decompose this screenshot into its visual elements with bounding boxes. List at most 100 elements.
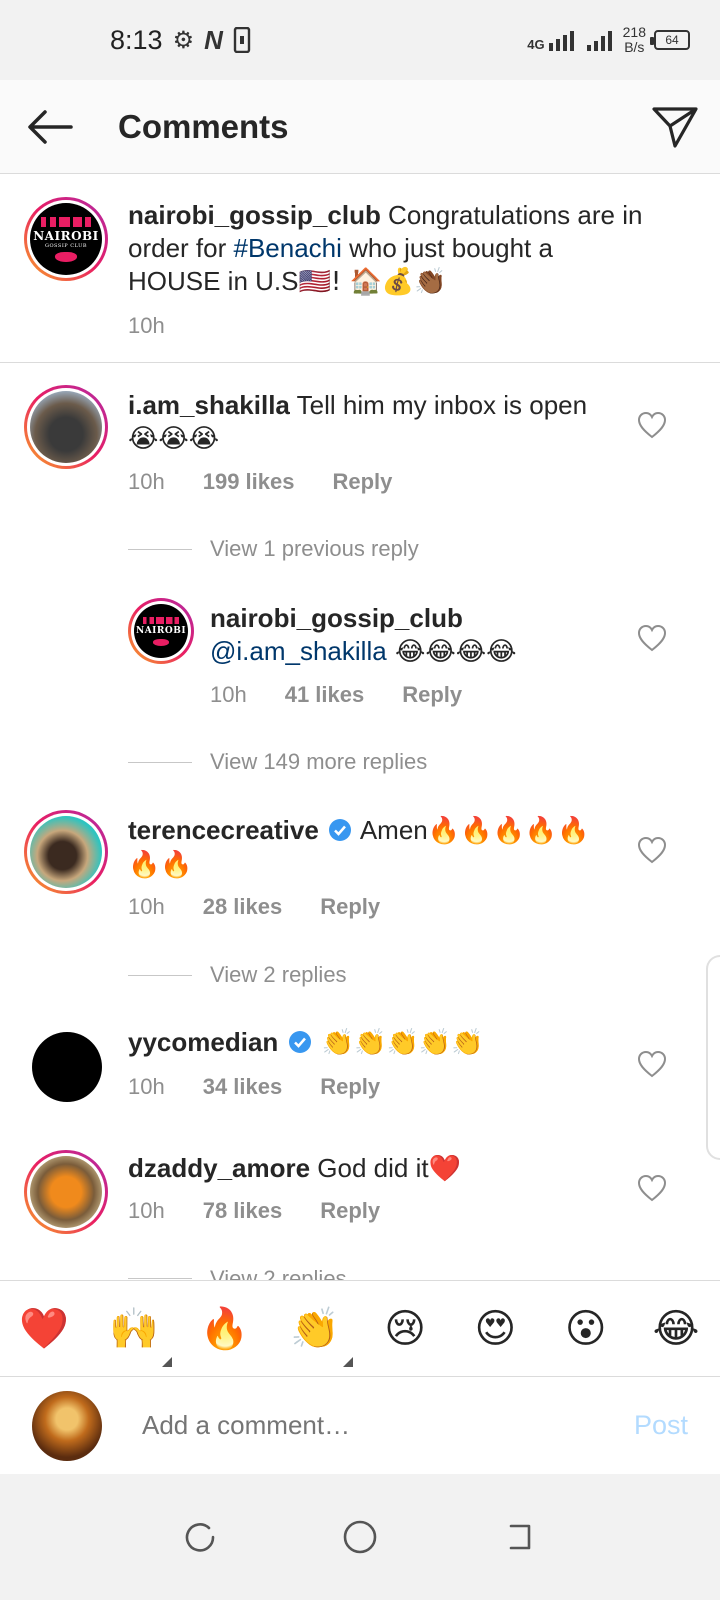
comment-avatar[interactable] bbox=[24, 810, 108, 894]
header: Comments bbox=[0, 80, 720, 174]
reply-emojis: 😂😂😂😂 bbox=[386, 637, 517, 667]
comment-emojis: ❤️ bbox=[428, 1154, 461, 1184]
thread-line bbox=[128, 974, 192, 976]
recents-icon bbox=[185, 1523, 215, 1552]
comment-username[interactable]: yycomedian bbox=[128, 1027, 278, 1057]
user-photo bbox=[30, 816, 102, 888]
caption-emojis: 🇺🇸! 🏠💰👏🏾 bbox=[298, 267, 447, 297]
comment-meta: 10h 34 likes Reply bbox=[128, 1074, 380, 1100]
caption-avatar[interactable]: NAIROBI GOSSIP CLUB bbox=[24, 197, 108, 281]
comment-avatar[interactable] bbox=[32, 1032, 102, 1102]
view-replies-partial[interactable]: View 2 replies bbox=[128, 1266, 347, 1280]
nairobi-logo-avatar: NAIROBI bbox=[134, 604, 188, 658]
reply-avatar[interactable]: NAIROBI bbox=[128, 598, 194, 664]
net-speed-unit: B/s bbox=[624, 39, 645, 55]
comment-input[interactable] bbox=[142, 1410, 582, 1441]
logo-text: NAIROBI bbox=[33, 228, 99, 243]
comment-avatar[interactable] bbox=[24, 385, 108, 469]
like-heart-icon[interactable] bbox=[637, 624, 667, 652]
reply-button[interactable]: Reply bbox=[320, 1198, 380, 1224]
user-photo bbox=[30, 391, 102, 463]
comment-body: God did it bbox=[310, 1153, 429, 1183]
reply-button[interactable]: Reply bbox=[320, 894, 380, 920]
comment-likes[interactable]: 78 likes bbox=[203, 1198, 283, 1224]
view-previous-replies[interactable]: View 1 previous reply bbox=[128, 536, 419, 562]
like-heart-icon[interactable] bbox=[637, 836, 667, 864]
view-replies-label: View 2 replies bbox=[210, 1266, 347, 1280]
comment-meta: 10h 28 likes Reply bbox=[128, 894, 380, 920]
reply-likes[interactable]: 41 likes bbox=[285, 682, 365, 708]
status-time: 8:13 bbox=[110, 24, 163, 55]
comment-username[interactable]: terencecreative bbox=[128, 815, 319, 845]
emoji-reaction-bar: ❤️ 🙌 🔥 👏 😢 😍 😮 😂 bbox=[0, 1280, 720, 1376]
heart-emoji-button[interactable]: ❤️ bbox=[16, 1301, 72, 1357]
crying-emoji-button[interactable]: 😢 bbox=[377, 1301, 433, 1357]
skin-tone-indicator-icon bbox=[162, 1356, 173, 1367]
raising-hands-emoji-button[interactable]: 🙌 bbox=[106, 1301, 173, 1367]
caption-text: nairobi_gossip_club Congratulations are … bbox=[128, 199, 648, 299]
skin-tone-indicator-icon bbox=[342, 1356, 353, 1367]
post-button[interactable]: Post bbox=[634, 1410, 688, 1441]
comment-username[interactable]: dzaddy_amore bbox=[128, 1153, 310, 1183]
comment-item: i.am_shakilla Tell him my inbox is open … bbox=[0, 363, 720, 523]
caption-username[interactable]: nairobi_gossip_club bbox=[128, 200, 381, 230]
clap-emoji-button[interactable]: 👏 bbox=[287, 1301, 353, 1367]
caption-hashtag[interactable]: #Benachi bbox=[234, 233, 342, 263]
comment-likes[interactable]: 34 likes bbox=[203, 1074, 283, 1100]
reply-username[interactable]: nairobi_gossip_club bbox=[210, 603, 463, 633]
reply-button[interactable]: Reply bbox=[320, 1074, 380, 1100]
comment-likes[interactable]: 199 likes bbox=[203, 469, 295, 495]
net-speed: 218 B/s bbox=[623, 25, 646, 55]
reply-item: NAIROBI nairobi_gossip_club @i.am_shakil… bbox=[0, 596, 720, 736]
user-photo bbox=[30, 1156, 102, 1228]
comment-time: 10h bbox=[128, 1074, 165, 1099]
comment-meta: 10h 199 likes Reply bbox=[128, 469, 392, 495]
recents-button[interactable] bbox=[170, 1507, 230, 1567]
back-nav-button[interactable] bbox=[490, 1507, 550, 1567]
reply-mention[interactable]: @i.am_shakilla bbox=[210, 636, 387, 666]
reaction-emoji: ❤️ bbox=[19, 1306, 69, 1352]
share-button[interactable] bbox=[630, 80, 720, 174]
reaction-emoji: 🙌 bbox=[109, 1306, 160, 1352]
comment-text: yycomedian 👏👏👏👏👏 bbox=[128, 1026, 618, 1060]
thread-line bbox=[128, 548, 192, 550]
view-replies-label: View 2 replies bbox=[210, 962, 347, 987]
laughing-emoji-button[interactable]: 😂 bbox=[648, 1301, 704, 1357]
edge-panel-handle[interactable] bbox=[706, 955, 720, 1160]
comment-item: terencecreative Amen🔥🔥🔥🔥🔥🔥🔥 10h 28 likes… bbox=[0, 808, 720, 958]
heart-eyes-emoji-button[interactable]: 😍 bbox=[467, 1301, 523, 1357]
system-nav-bar bbox=[0, 1474, 720, 1600]
status-right: 4G 218 B/s 64 bbox=[527, 25, 690, 55]
reaction-emoji: 😍 bbox=[474, 1305, 517, 1352]
reply-button[interactable]: Reply bbox=[402, 682, 462, 708]
reply-button[interactable]: Reply bbox=[332, 469, 392, 495]
comment-likes[interactable]: 28 likes bbox=[203, 894, 283, 920]
net-speed-value: 218 bbox=[622, 24, 646, 40]
fire-emoji-button[interactable]: 🔥 bbox=[197, 1301, 253, 1357]
view-replies[interactable]: View 2 replies bbox=[128, 962, 347, 988]
thread-line bbox=[128, 1278, 192, 1279]
comment-time: 10h bbox=[128, 1198, 165, 1223]
view-more-replies[interactable]: View 149 more replies bbox=[128, 749, 427, 775]
view-replies-label: View 1 previous reply bbox=[210, 536, 419, 561]
comment-emojis: 👏👏👏👏👏 bbox=[313, 1028, 484, 1058]
like-heart-icon[interactable] bbox=[637, 1174, 667, 1202]
logo-subtext: GOSSIP CLUB bbox=[44, 242, 88, 249]
signal-4g-icon: 4G bbox=[527, 29, 576, 51]
comment-body: Amen bbox=[354, 815, 428, 845]
back-button[interactable] bbox=[0, 80, 100, 174]
comment-body: Tell him my inbox is open bbox=[289, 390, 588, 420]
comment-username[interactable]: i.am_shakilla bbox=[128, 390, 290, 420]
surprised-emoji-button[interactable]: 😮 bbox=[558, 1301, 614, 1357]
battery-icon: 64 bbox=[650, 30, 690, 50]
comment-avatar[interactable] bbox=[24, 1150, 108, 1234]
comment-emojis: 😭😭😭 bbox=[128, 424, 220, 454]
reaction-emoji: 😂 bbox=[652, 1305, 700, 1352]
comment-time: 10h bbox=[128, 894, 165, 919]
like-heart-icon[interactable] bbox=[637, 411, 667, 439]
post-caption: NAIROBI GOSSIP CLUB nairobi_gossip_club … bbox=[0, 175, 720, 363]
like-heart-icon[interactable] bbox=[637, 1050, 667, 1078]
home-button[interactable] bbox=[330, 1507, 390, 1567]
comment-text: i.am_shakilla Tell him my inbox is open … bbox=[128, 389, 618, 456]
thread-line bbox=[128, 761, 192, 763]
